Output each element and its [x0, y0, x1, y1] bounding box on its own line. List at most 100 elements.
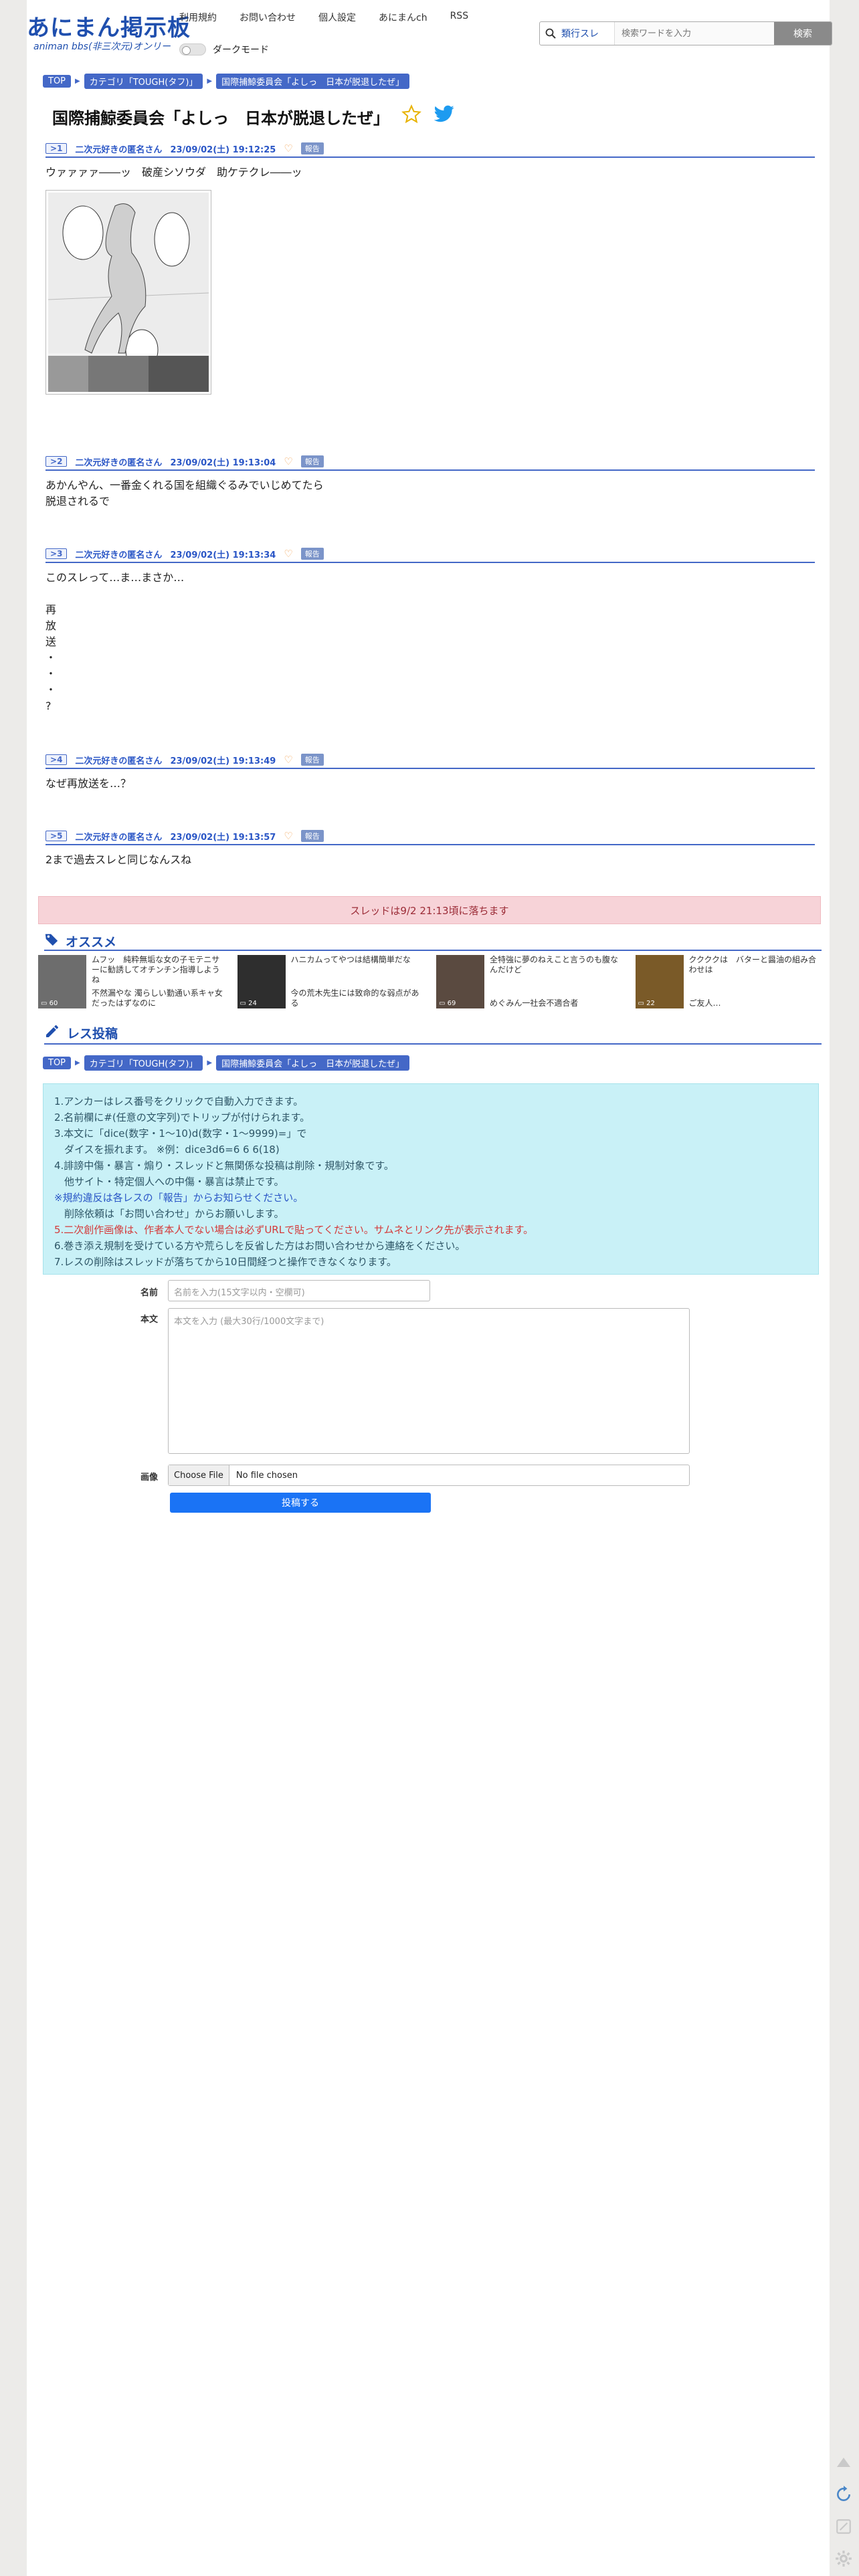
- settings-gear-icon[interactable]: [834, 2547, 854, 2571]
- res-number[interactable]: >2: [45, 456, 68, 467]
- recommend-item-sub[interactable]: めぐみん一社会不適合者: [490, 998, 622, 1008]
- report-button[interactable]: 報告: [300, 455, 324, 467]
- recommend-item-title[interactable]: ククククは バターと醤油の組み合わせは: [689, 955, 822, 975]
- recommend-item-sub[interactable]: 今の荒木先生には致命的な弱点がある: [291, 988, 423, 1008]
- name-field[interactable]: 名前を入力(15文字以内・空欄可): [168, 1280, 430, 1301]
- divider: [44, 1043, 822, 1045]
- post-body: 2まで過去スレと同じなんスね: [45, 853, 192, 866]
- like-heart-icon[interactable]: ♡: [284, 754, 292, 766]
- like-heart-icon[interactable]: ♡: [284, 830, 292, 842]
- body-textarea[interactable]: 本文を入力 (最大30行/1000文字まで): [168, 1308, 690, 1454]
- recommend-thumbnail[interactable]: ▭ 69: [436, 955, 484, 1008]
- like-heart-icon[interactable]: ♡: [284, 548, 292, 560]
- image-file-input[interactable]: Choose File No file chosen: [168, 1465, 690, 1486]
- res-number[interactable]: >5: [45, 831, 68, 841]
- dark-mode-toggle[interactable]: [179, 43, 206, 56]
- recommend-item-title[interactable]: ハニカムってやつは結構簡単だな: [291, 955, 423, 965]
- report-button[interactable]: 報告: [300, 754, 324, 766]
- breadcrumb-separator: ▶: [207, 78, 213, 85]
- file-status: No file chosen: [235, 1470, 298, 1481]
- post-date: 23/09/02(土) 19:13:04: [170, 457, 276, 468]
- report-button[interactable]: 報告: [300, 142, 324, 154]
- post-header: >1 二次元好きの匿名さん 23/09/02(土) 19:12:25 ♡ 報告: [45, 142, 815, 158]
- recommend-thumbnail[interactable]: ▭ 60: [38, 955, 86, 1008]
- breadcrumb-separator: ▶: [207, 1059, 213, 1067]
- nav-terms[interactable]: 利用規約: [179, 11, 217, 24]
- like-heart-icon[interactable]: ♡: [284, 455, 292, 467]
- search-icon: [540, 22, 561, 45]
- recommend-item-sub[interactable]: ご友人…: [689, 998, 822, 1008]
- thread-expiry-banner: スレッドは9/2 21:13頃に落ちます: [38, 896, 821, 924]
- choose-file-button[interactable]: Choose File: [169, 1465, 229, 1485]
- search-type-select[interactable]: 類行スレ: [561, 22, 615, 45]
- report-button[interactable]: 報告: [300, 830, 324, 842]
- recommend-thumbnail[interactable]: ▭ 22: [635, 955, 684, 1008]
- post-1: >1 二次元好きの匿名さん 23/09/02(土) 19:12:25 ♡ 報告 …: [45, 142, 815, 395]
- poster-name: 二次元好きの匿名さん: [75, 550, 163, 560]
- post-header: >5 二次元好きの匿名さん 23/09/02(土) 19:13:57 ♡ 報告: [45, 830, 815, 845]
- favorite-star-icon[interactable]: [401, 104, 421, 128]
- recommend-heading: オススメ: [44, 932, 116, 950]
- nav-contact[interactable]: お問い合わせ: [240, 11, 296, 24]
- recommend-title: オススメ: [66, 935, 117, 950]
- post-date: 23/09/02(土) 19:12:25: [170, 144, 276, 155]
- search-button[interactable]: 検索: [774, 22, 832, 45]
- site-logo[interactable]: あにまん掲示板 animan bbs(非三次元)オンリー: [27, 15, 191, 52]
- search-bar: 類行スレ 検索: [539, 21, 832, 45]
- nav-animanch[interactable]: あにまんch: [379, 11, 427, 24]
- post-image[interactable]: [45, 190, 211, 395]
- scroll-top-icon[interactable]: [834, 2450, 854, 2474]
- post-body: ウァァァァ――ッ 破産シソウダ 助ケテクレ――ッ: [45, 166, 302, 179]
- recommend-item[interactable]: ▭ 22 ククククは バターと醤油の組み合わせはご友人…: [635, 955, 822, 1008]
- posting-rules: 1.アンカーはレス番号をクリックで自動入力できます。 2.名前欄に#(任意の文字…: [43, 1083, 819, 1275]
- breadcrumb-category[interactable]: カテゴリ「TOUGH(タフ)」: [84, 74, 203, 89]
- poster-name: 二次元好きの匿名さん: [75, 144, 163, 155]
- recommend-item-title[interactable]: ムフッ 純粋無垢な女の子モテニサーに勧誘してオチンチン指導しようね: [92, 955, 224, 985]
- post-date: 23/09/02(土) 19:13:34: [170, 550, 276, 560]
- breadcrumb-category[interactable]: カテゴリ「TOUGH(タフ)」: [84, 1055, 203, 1071]
- recommend-item[interactable]: ▭ 69 全特強に夢のねえこと言うのも腹なんだけどめぐみん一社会不適合者: [436, 955, 622, 1008]
- post-5: >5 二次元好きの匿名さん 23/09/02(土) 19:13:57 ♡ 報告 …: [45, 830, 815, 868]
- floating-toolbar: [832, 2450, 855, 2571]
- rule-line: ダイスを振れます。 ※例：dice3d6=6 6 6(18): [54, 1144, 280, 1156]
- breadcrumb-bottom: TOP ▶ カテゴリ「TOUGH(タフ)」 ▶ 国際捕鯨委員会「よしっ 日本が脱…: [43, 1055, 410, 1071]
- breadcrumb-top[interactable]: TOP: [43, 75, 72, 88]
- twitter-share-icon[interactable]: [434, 105, 455, 128]
- comment-count: ▭ 60: [41, 1000, 58, 1007]
- page-title: 国際捕鯨委員会「よしっ 日本が脱退したぜ」: [52, 108, 389, 128]
- submit-button[interactable]: 投稿する: [170, 1493, 431, 1513]
- recommend-thumbnail[interactable]: ▭ 24: [237, 955, 286, 1008]
- poster-name: 二次元好きの匿名さん: [75, 756, 163, 766]
- post-2: >2 二次元好きの匿名さん 23/09/02(土) 19:13:04 ♡ 報告 …: [45, 455, 815, 510]
- poster-name: 二次元好きの匿名さん: [75, 457, 163, 468]
- recommend-item[interactable]: ▭ 24 ハニカムってやつは結構簡単だな今の荒木先生には致命的な弱点がある: [237, 955, 423, 1008]
- top-nav: 利用規約 お問い合わせ 個人設定 あにまんch RSS: [179, 11, 468, 24]
- res-number[interactable]: >1: [45, 143, 68, 154]
- comment-count: ▭ 22: [638, 1000, 655, 1007]
- res-number[interactable]: >3: [45, 548, 68, 559]
- breadcrumb-thread[interactable]: 国際捕鯨委員会「よしっ 日本が脱退したぜ」: [216, 74, 410, 89]
- comment-count: ▭ 24: [240, 1000, 257, 1007]
- divider: [44, 950, 822, 951]
- recommend-item[interactable]: ▭ 60 ムフッ 純粋無垢な女の子モテニサーに勧誘してオチンチン指導しようね不然…: [38, 955, 224, 1008]
- post-body: なぜ再放送を…？: [45, 777, 132, 790]
- logo-subtitle: animan bbs(非三次元)オンリー: [33, 41, 171, 52]
- reload-icon[interactable]: [834, 2482, 854, 2506]
- post-header: >2 二次元好きの匿名さん 23/09/02(土) 19:13:04 ♡ 報告: [45, 455, 815, 471]
- rule-line: 4.誹謗中傷・暴言・煽り・スレッドと無関係な投稿は削除・規制対象です。: [54, 1160, 394, 1172]
- compose-icon[interactable]: [834, 2514, 854, 2539]
- breadcrumb-thread[interactable]: 国際捕鯨委員会「よしっ 日本が脱退したぜ」: [216, 1055, 410, 1071]
- recommend-item-title[interactable]: 全特強に夢のねえこと言うのも腹なんだけど: [490, 955, 622, 975]
- search-input[interactable]: [615, 22, 774, 45]
- like-heart-icon[interactable]: ♡: [284, 142, 292, 154]
- breadcrumb-top[interactable]: TOP: [43, 1057, 72, 1069]
- logo-title[interactable]: あにまん掲示板: [27, 15, 191, 41]
- nav-rss[interactable]: RSS: [450, 11, 469, 24]
- res-number[interactable]: >4: [45, 754, 68, 765]
- nav-settings[interactable]: 個人設定: [318, 11, 356, 24]
- rule-line: 他サイト・特定個人への中傷・暴言は禁止です。: [54, 1176, 284, 1188]
- tag-icon: [44, 932, 59, 950]
- recommend-item-sub[interactable]: 不然漏やな 濁らしい勤通い系キャ女だったはずなのに: [92, 988, 224, 1008]
- rule-line: 3.本文に「dice(数字・1〜10)d(数字・1〜9999)=」で: [54, 1128, 307, 1140]
- report-button[interactable]: 報告: [300, 548, 324, 560]
